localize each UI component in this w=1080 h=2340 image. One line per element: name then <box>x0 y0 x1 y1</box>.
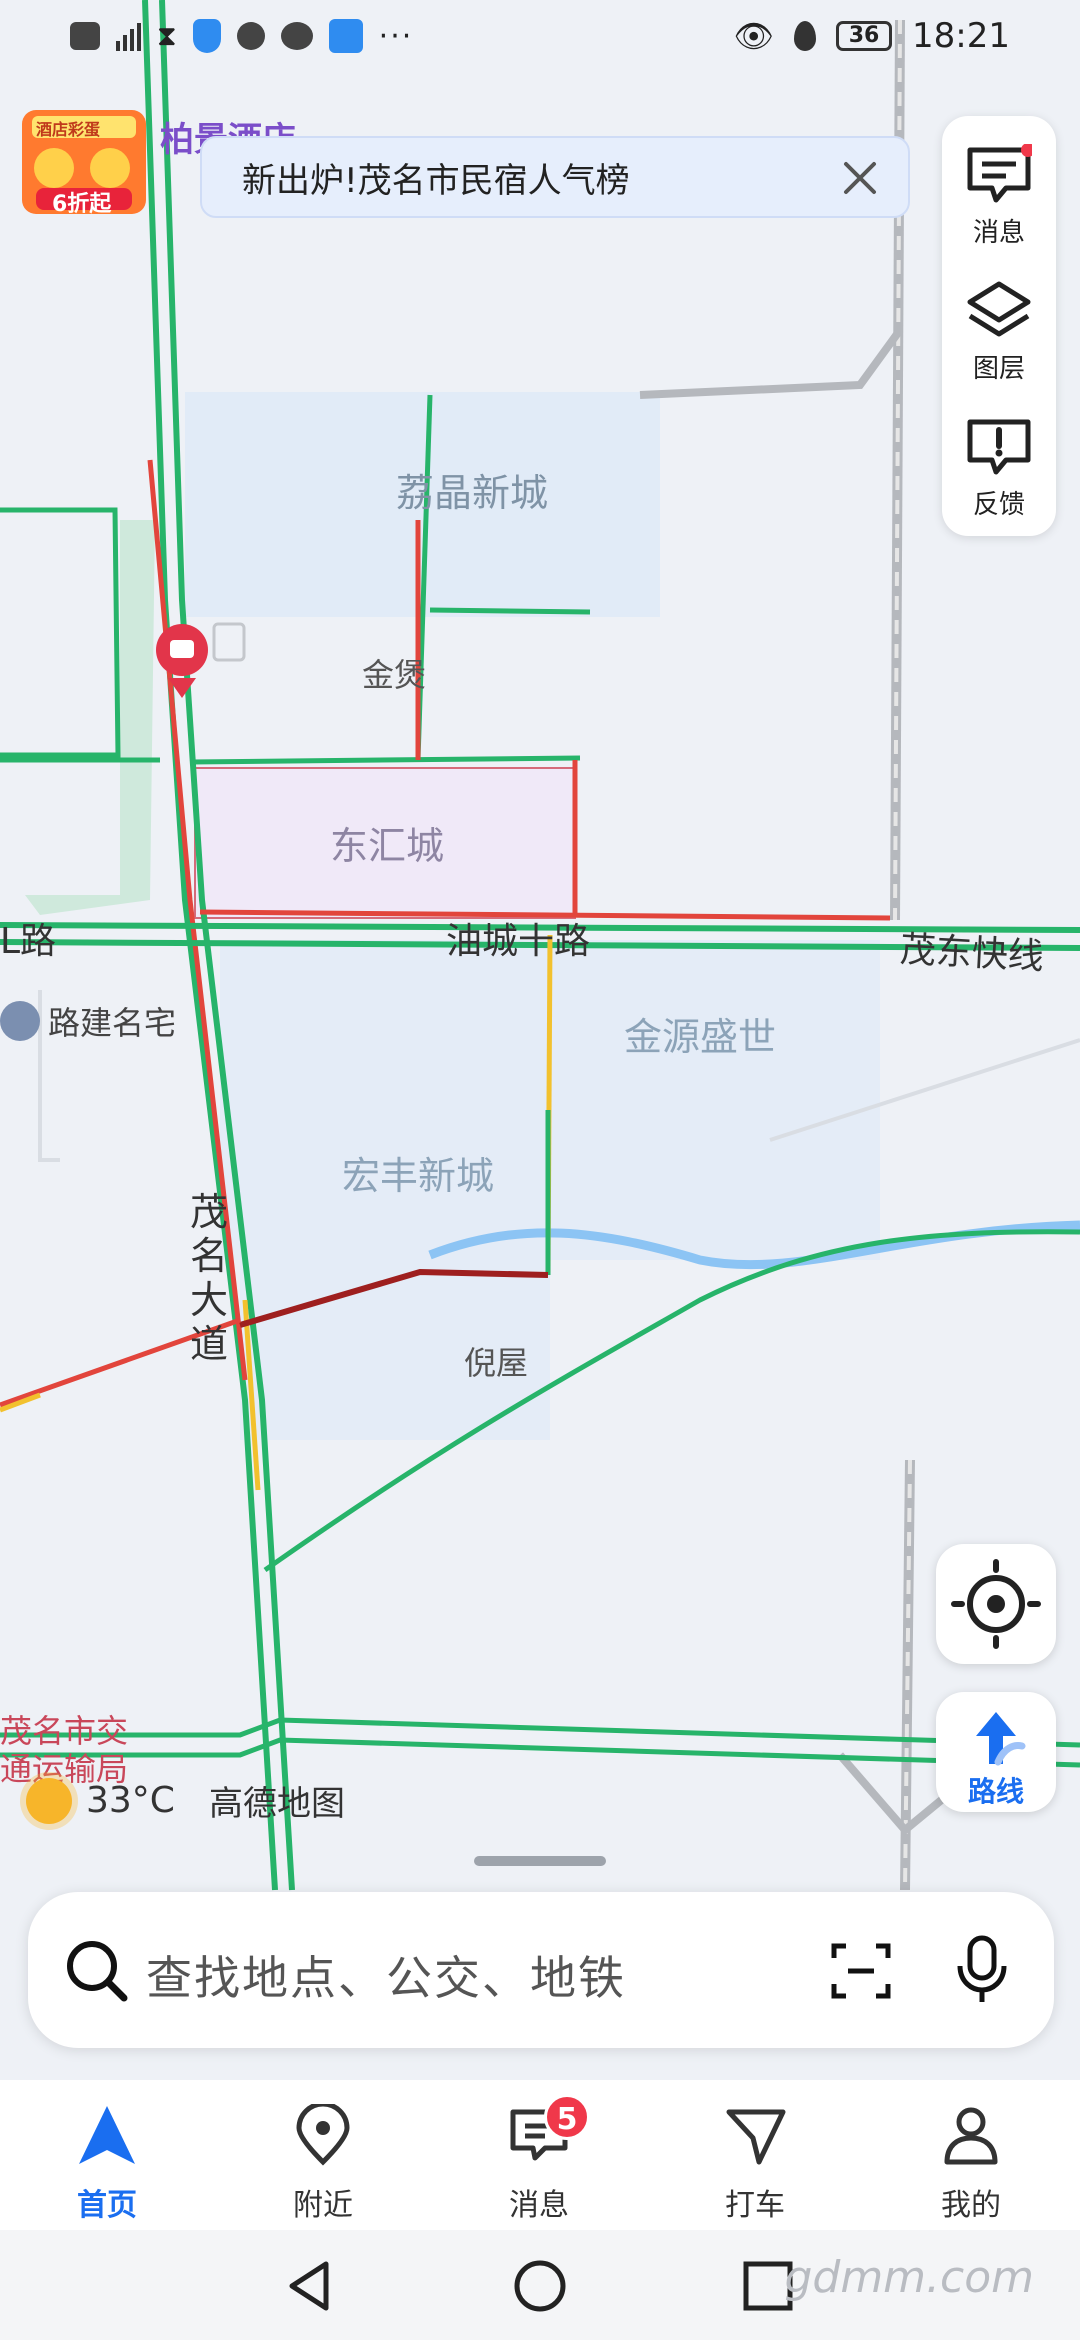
residence-icon <box>0 1001 40 1041</box>
weather-widget[interactable]: 33°C 高德地图 <box>26 1776 345 1825</box>
feedback-tool[interactable]: 反馈 <box>942 402 1056 522</box>
tab-messages[interactable]: 5 消息 <box>464 2094 614 2224</box>
hourglass-icon: ⧗ <box>157 19 177 52</box>
hotel-promo-badge[interactable]: 酒店彩蛋 6折起 <box>22 110 146 217</box>
tab-taxi[interactable]: 打车 <box>680 2094 830 2224</box>
route-label: 路线 <box>967 1775 1024 1808</box>
system-nav-bar: gdmm.com <box>0 2230 1080 2340</box>
message-count-badge: 5 <box>544 2094 590 2140</box>
feedback-icon <box>967 419 1031 475</box>
place-label-niwu[interactable]: 倪屋 <box>464 1338 528 1384</box>
scan-icon[interactable] <box>828 1938 894 2004</box>
place-label-jinbao[interactable]: 金煲 <box>362 650 426 696</box>
hd-icon <box>70 22 100 50</box>
locate-icon <box>951 1559 1041 1649</box>
search-input[interactable]: 查找地点、公交、地铁 <box>146 1942 626 2008</box>
tab-mine[interactable]: 我的 <box>896 2094 1046 2224</box>
tab-home[interactable]: 首页 <box>32 2094 182 2224</box>
microphone-icon[interactable] <box>952 1934 1012 2006</box>
location-pin-icon <box>296 2104 350 2166</box>
clock: 18:21 <box>912 16 1010 56</box>
place-label-lijing[interactable]: 荔晶新城 <box>396 462 548 517</box>
more-dots-icon: ··· <box>378 18 414 54</box>
banner-text: 新出炉!茂名市民宿人气榜 <box>242 160 630 201</box>
place-label-donghui[interactable]: 东汇城 <box>330 815 444 870</box>
watermark: gdmm.com <box>784 2252 1034 2303</box>
promo-banner[interactable]: 新出炉!茂名市民宿人气榜 <box>200 136 910 218</box>
brand-label: 高德地图 <box>208 1784 345 1824</box>
back-icon[interactable] <box>282 2258 338 2314</box>
road-label-left: L路 <box>0 921 57 962</box>
bottom-tab-bar: 首页 附近 5 消息 打车 我的 <box>0 2080 1080 2230</box>
locate-button[interactable] <box>936 1544 1056 1664</box>
close-icon[interactable] <box>834 152 886 204</box>
search-bar[interactable]: 查找地点、公交、地铁 <box>28 1892 1054 2048</box>
road-label-maodong: 茂东快线 <box>898 929 1045 978</box>
road-label-maoming-dadao: 茂 名 大 道 <box>189 1190 228 1366</box>
message-icon <box>967 144 1032 203</box>
place-label-jinyuan[interactable]: 金源盛世 <box>624 1006 776 1061</box>
place-label-hongfeng[interactable]: 宏丰新城 <box>342 1145 494 1200</box>
promo-discount: 6折起 <box>52 192 112 217</box>
profile-icon <box>236 22 265 50</box>
taxi-icon <box>726 2109 786 2165</box>
cloud-icon <box>328 19 363 53</box>
home-arrow-icon <box>79 2106 135 2164</box>
tab-nearby[interactable]: 附近 <box>248 2094 398 2224</box>
location-icon <box>794 21 817 51</box>
drag-handle[interactable] <box>474 1856 606 1866</box>
map-canvas[interactable]: 荔晶新城 金煲 东汇城 金源盛世 宏丰新城 倪屋 L路 油城十路 茂东快线 茂 … <box>0 0 1080 2080</box>
home-circle-icon[interactable] <box>512 2258 568 2314</box>
status-bar: ⧗ ··· 👁 36 18:21 <box>0 0 1080 72</box>
messages-tool[interactable]: 消息 <box>942 130 1056 250</box>
search-icon <box>67 1941 128 2002</box>
sun-icon <box>26 1777 72 1824</box>
route-button[interactable]: 路线 <box>936 1692 1056 1812</box>
user-icon <box>944 2107 998 2165</box>
wechat-icon <box>280 22 313 50</box>
poi-lujian[interactable]: 路建名宅 <box>0 998 176 1044</box>
eye-icon: 👁 <box>733 17 775 55</box>
road-label-youcheng: 油城十路 <box>446 921 591 962</box>
map-tools-panel: 消息 图层 反馈 <box>942 116 1056 536</box>
shield-icon <box>192 19 221 53</box>
layers-tool[interactable]: 图层 <box>942 266 1056 386</box>
signal-4g-icon <box>116 21 141 51</box>
layers-icon <box>967 281 1031 337</box>
battery-icon: 36 <box>836 21 893 51</box>
promo-top-text: 酒店彩蛋 <box>36 120 101 139</box>
